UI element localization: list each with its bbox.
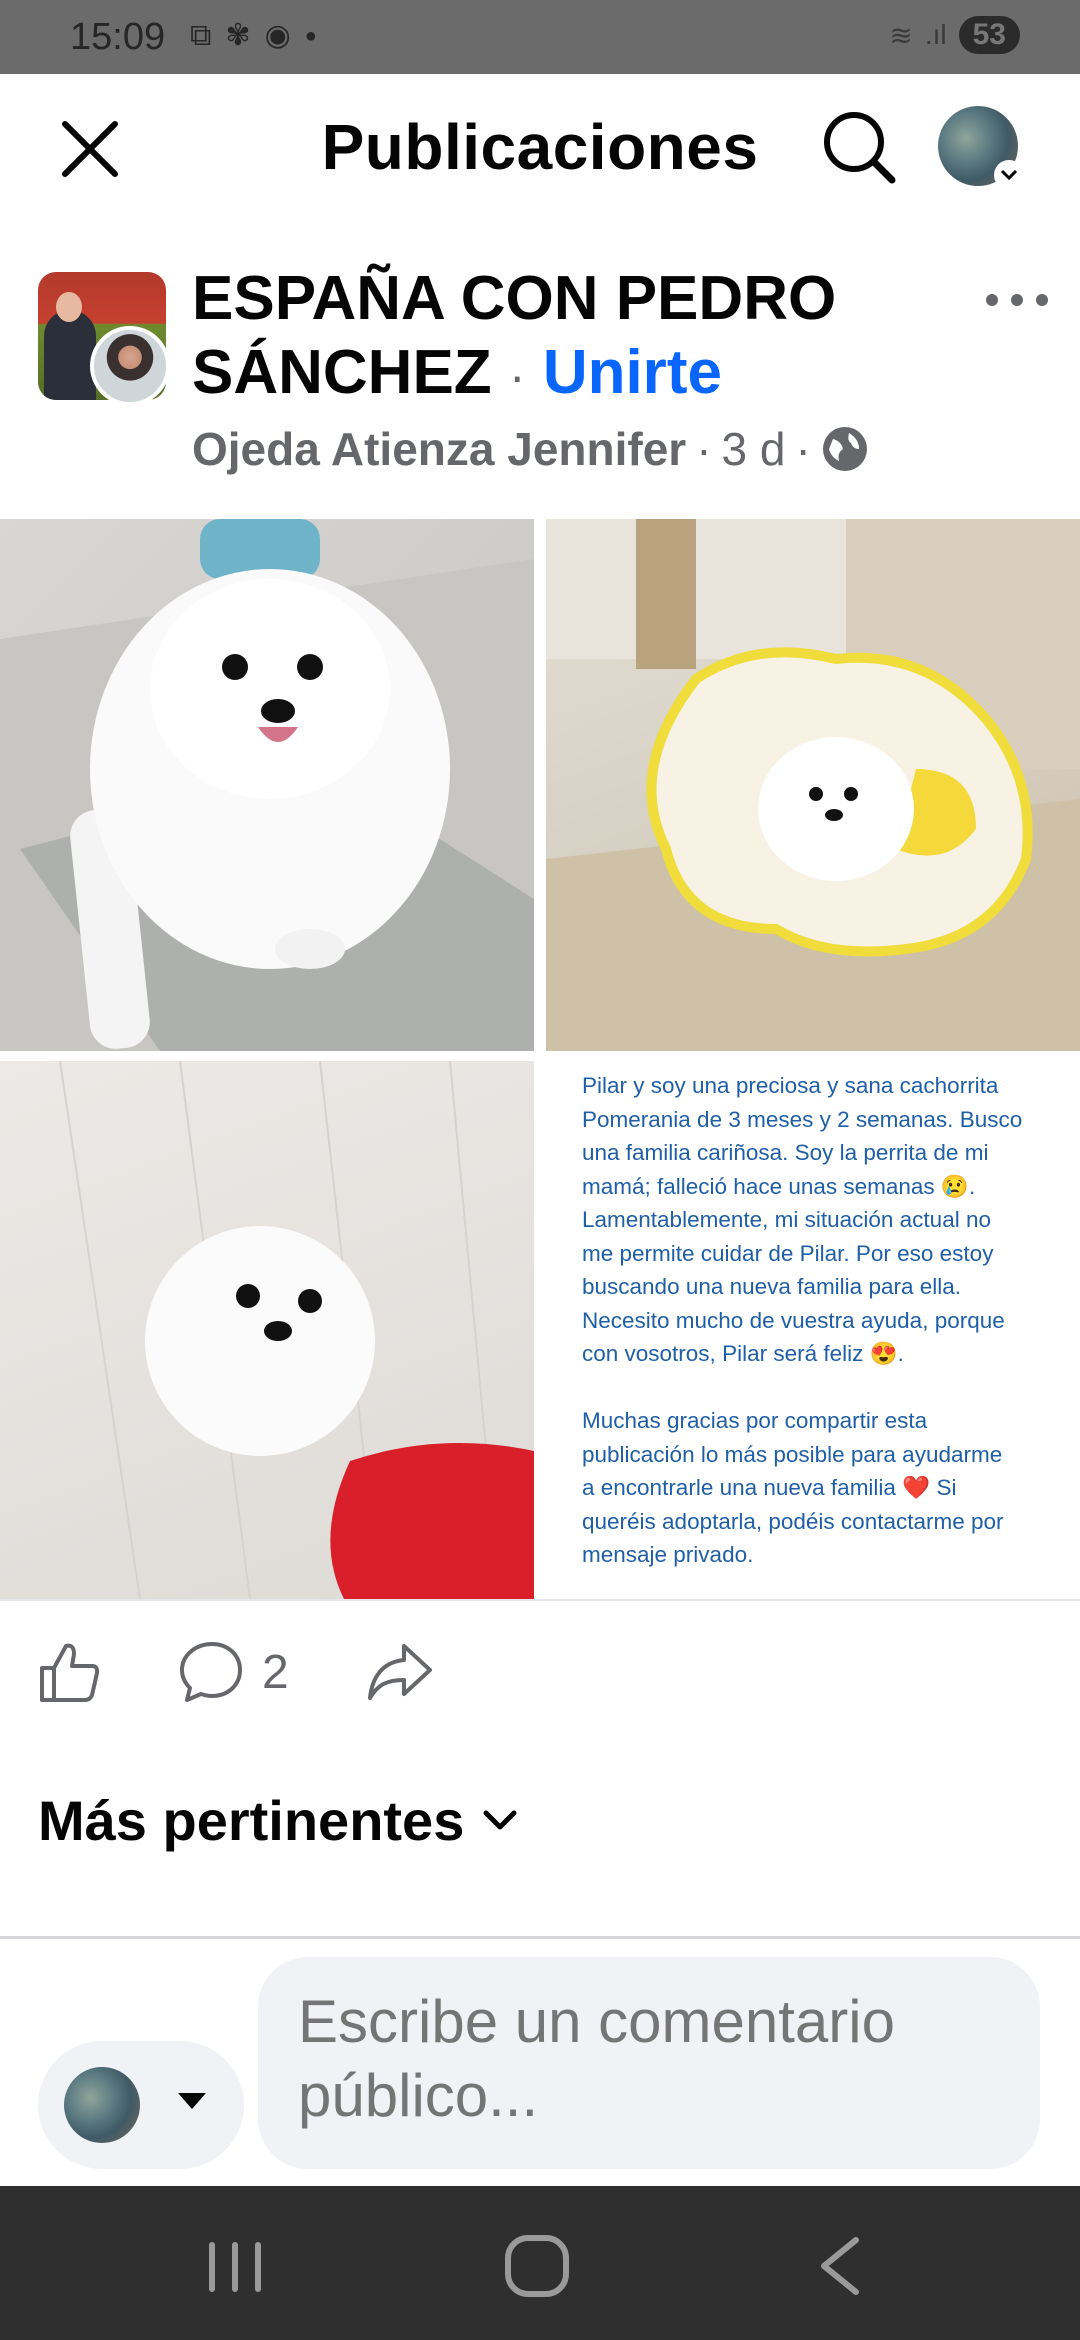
status-time: 15:09 (70, 16, 166, 58)
profile-avatar-button[interactable] (938, 106, 1024, 190)
status-bar: 15:09 ⧉ ✾ ◉ ● ≋ .ıl 53 (0, 0, 1080, 74)
pinwheel-icon: ✾ (225, 19, 251, 52)
meta-separator: · (696, 423, 712, 475)
meta-separator: · (795, 423, 811, 475)
join-group-link[interactable]: Unirte (543, 338, 722, 407)
battery-indicator: 53 (958, 16, 1020, 54)
share-button[interactable] (364, 1638, 434, 1706)
status-system-icons: ≋ .ıl 53 (889, 16, 1020, 54)
comment-button[interactable]: 2 (178, 1638, 289, 1706)
author-avatar[interactable] (90, 326, 170, 406)
comment-count: 2 (262, 1645, 289, 1699)
globe-icon (822, 427, 867, 471)
divider (0, 1599, 1080, 1601)
search-icon (824, 112, 896, 184)
commenter-switch-button[interactable] (38, 2041, 244, 2169)
photo-grid: Pilar y soy una preciosa y sana cachorri… (0, 519, 1080, 1599)
screenshot-icon: ⧉ (190, 19, 212, 52)
post-text-image[interactable]: Pilar y soy una preciosa y sana cachorri… (546, 1061, 1080, 1599)
group-name: ESPAÑA CON PEDRO SÁNCHEZ · Unirte (192, 262, 952, 413)
separator: · (508, 348, 526, 404)
caret-down-icon (178, 2093, 206, 2109)
photo-pomeranian-on-mat[interactable] (546, 519, 1080, 1051)
messenger-icon: ◉ (264, 19, 291, 52)
share-icon (368, 1644, 432, 1700)
more-icon (986, 294, 1048, 306)
home-button[interactable] (502, 2234, 572, 2298)
post-text: Pilar y soy una preciosa y sana cachorri… (582, 1073, 1023, 1567)
recent-apps-icon (209, 2242, 261, 2292)
search-button[interactable] (820, 108, 900, 188)
comment-input[interactable] (258, 1957, 1040, 2169)
comment-icon (180, 1642, 242, 1702)
status-notification-icons: ⧉ ✾ ◉ ● (190, 18, 317, 54)
author-name[interactable]: Ojeda Atienza Jennifer (192, 422, 686, 476)
wifi-icon: ≋ (889, 19, 913, 51)
post-meta: Ojeda Atienza Jennifer · 3 d · (192, 422, 869, 476)
back-button[interactable] (812, 2236, 868, 2296)
thumbs-up-icon (40, 1643, 100, 1702)
dot-icon: ● (304, 25, 317, 47)
back-icon (821, 2237, 859, 2295)
post-time[interactable]: 3 d (722, 422, 786, 476)
recent-apps-button[interactable] (205, 2238, 265, 2296)
chevron-down-icon (483, 1810, 517, 1829)
post-actions: 2 (0, 1620, 1080, 1720)
page-title: Publicaciones (321, 111, 759, 183)
post-header: ESPAÑA CON PEDRO SÁNCHEZ · Unirte Ojeda … (0, 254, 1080, 504)
comment-composer (0, 1939, 1080, 2186)
more-options-button[interactable] (982, 280, 1052, 320)
photo-pomeranian-floor[interactable] (0, 1061, 534, 1599)
chevron-down-icon (994, 160, 1024, 190)
like-button[interactable] (36, 1638, 104, 1706)
home-icon (505, 2235, 569, 2297)
top-header: Publicaciones (0, 74, 1080, 224)
sort-label: Más pertinentes (38, 1789, 465, 1852)
comment-sort-dropdown[interactable]: Más pertinentes (38, 1788, 520, 1853)
commenter-avatar (64, 2067, 140, 2143)
photo-pomeranian-sitting[interactable] (0, 519, 534, 1051)
signal-icon: .ıl (924, 19, 947, 50)
system-nav-bar (0, 2186, 1080, 2340)
